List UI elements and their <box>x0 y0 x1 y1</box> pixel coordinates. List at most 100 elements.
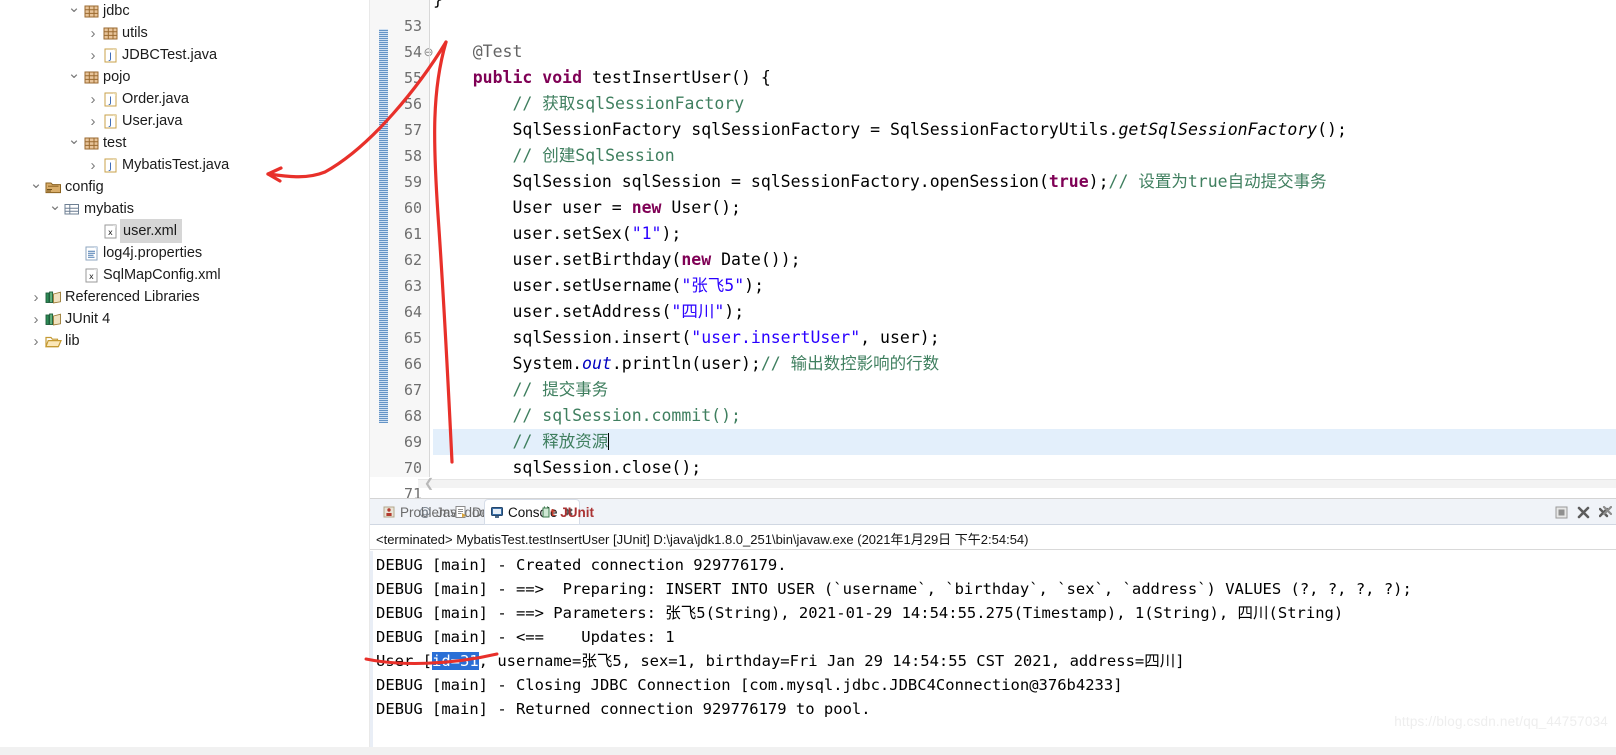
folder-icon <box>43 335 63 348</box>
tree-item-junit-4[interactable]: JUnit 4 <box>29 308 110 330</box>
code-line: } <box>433 0 443 13</box>
problems-icon <box>382 505 396 519</box>
tree-item-label: test <box>103 135 127 151</box>
scroll-left-arrow-icon[interactable]: ❮ <box>418 477 440 490</box>
package-folder-icon <box>62 202 82 216</box>
line-number: 60 <box>403 199 422 217</box>
line-number: 56 <box>403 95 422 113</box>
tree-item-jdbctest-java[interactable]: J JDBCTest.java <box>86 44 217 66</box>
line-number: 59 <box>403 173 422 191</box>
tree-item-mybatistest-java[interactable]: J MybatisTest.java <box>86 154 229 176</box>
line-number: 68 <box>403 407 422 425</box>
source-folder-icon <box>43 180 63 194</box>
chevron-right-icon[interactable] <box>86 44 100 66</box>
package-explorer-panel[interactable]: jdbcutilsJJDBCTest.javapojoJOrder.javaJU… <box>0 0 370 755</box>
line-number: 70 <box>403 459 422 477</box>
package-icon <box>100 26 120 41</box>
tree-item-label: MybatisTest.java <box>122 157 230 173</box>
watermark-text: https://blog.csdn.net/qq_44757034 <box>1394 714 1608 729</box>
change-bar <box>379 29 388 423</box>
package-icon <box>81 136 101 151</box>
tree-item-label: lib <box>65 333 80 349</box>
code-line: public void testInsertUser() { <box>472 68 771 87</box>
code-editor[interactable]: 5354⊖55565758596061626364656667686970717… <box>370 0 1616 555</box>
chevron-right-icon[interactable] <box>29 308 43 330</box>
tree-item-sqlmapconfig-xml[interactable]: x SqlMapConfig.xml <box>67 264 221 286</box>
chevron-right-icon[interactable] <box>86 88 100 110</box>
svg-text:t: t <box>551 508 556 519</box>
tree-item-user-xml[interactable]: x user.xml <box>86 219 182 243</box>
console-output-line: DEBUG [main] - Closing JDBC Connection [… <box>376 676 1123 694</box>
remove-launch-button[interactable] <box>1577 506 1590 519</box>
tree-item-label: config <box>65 179 104 195</box>
tree-item-label: mybatis <box>84 201 134 217</box>
code-text-area[interactable]: } @Test public void testInsertUser() { /… <box>433 0 1616 477</box>
line-number: 62 <box>403 251 422 269</box>
code-line: System.out.println(user);// 输出数控影响的行数 <box>433 354 940 373</box>
console-output-line: DEBUG [main] - Returned connection 92977… <box>376 700 871 718</box>
editor-horizontal-scrollbar[interactable] <box>418 479 1616 488</box>
chevron-down-icon[interactable] <box>67 0 81 22</box>
svg-text:x: x <box>108 228 113 237</box>
remove-all-button[interactable] <box>1598 505 1613 519</box>
code-line: @Test <box>472 42 523 61</box>
package-icon <box>81 70 101 85</box>
svg-text:J: J <box>108 52 112 62</box>
package-icon <box>81 4 101 19</box>
console-tab-bar[interactable]: Problems@JavadocDeclarationConsole✖tJUni… <box>370 499 1616 525</box>
chevron-right-icon[interactable] <box>29 286 43 308</box>
chevron-right-icon[interactable] <box>29 330 43 352</box>
declaration-icon <box>454 505 468 519</box>
terminate-button[interactable] <box>1555 506 1568 519</box>
tree-item-config[interactable]: config <box>29 176 104 198</box>
chevron-down-icon[interactable] <box>67 66 81 88</box>
line-number: 61 <box>403 225 422 243</box>
tree-item-label: User.java <box>122 113 183 129</box>
chevron-right-icon[interactable] <box>86 110 100 132</box>
tree-item-label: JUnit 4 <box>65 311 111 327</box>
tree-item-user-java[interactable]: J User.java <box>86 110 182 132</box>
tree-item-label: jdbc <box>103 3 130 19</box>
tab-label: JUnit <box>560 504 594 520</box>
tab-junit[interactable]: t JUnit <box>536 499 600 525</box>
console-selected-text: id=31 <box>432 652 479 670</box>
code-line: user.setUsername("张飞5"); <box>433 276 765 295</box>
console-toolbar[interactable] <box>1555 502 1613 522</box>
line-number: 65 <box>403 329 422 347</box>
code-line: // 提交事务 <box>512 380 609 399</box>
chevron-down-icon[interactable] <box>67 132 81 154</box>
code-line: // 释放资源 <box>433 429 1616 455</box>
line-number: 66 <box>403 355 422 373</box>
tree-item-label: user.xml <box>120 219 182 243</box>
tree-item-referenced-libraries[interactable]: Referenced Libraries <box>29 286 200 308</box>
xml-file-icon: x <box>81 268 101 283</box>
gutter-separator <box>429 0 430 477</box>
line-number: 54 <box>403 43 422 61</box>
tree-item-jdbc[interactable]: jdbc <box>67 0 130 22</box>
code-line: User user = new User(); <box>433 198 741 217</box>
code-line: sqlSession.close(); <box>433 458 702 477</box>
tree-item-pojo[interactable]: pojo <box>67 66 130 88</box>
tree-item-mybatis[interactable]: mybatis <box>48 198 134 220</box>
tree-item-lib[interactable]: lib <box>29 330 80 352</box>
line-number: 53 <box>403 17 422 35</box>
chevron-right-icon[interactable] <box>86 154 100 176</box>
chevron-down-icon[interactable] <box>48 198 62 220</box>
code-line: // 创建SqlSession <box>512 146 675 165</box>
tree-item-utils[interactable]: utils <box>86 22 148 44</box>
console-line-suffix: , username=张飞5, sex=1, birthday=Fri Jan … <box>478 652 1185 670</box>
console-output-line: User [id=31, username=张飞5, sex=1, birthd… <box>376 649 1185 673</box>
svg-text:J: J <box>108 162 112 172</box>
tree-item-log4j-properties[interactable]: log4j.properties <box>67 242 202 264</box>
code-line: SqlSessionFactory sqlSessionFactory = Sq… <box>433 120 1347 139</box>
svg-text:@: @ <box>419 505 431 519</box>
svg-text:x: x <box>89 272 94 281</box>
tree-item-order-java[interactable]: J Order.java <box>86 88 189 110</box>
chevron-down-icon[interactable] <box>29 176 43 198</box>
tree-item-test[interactable]: test <box>67 132 126 154</box>
tree-item-label: Order.java <box>122 91 189 107</box>
launch-configuration-label: <terminated> MybatisTest.testInsertUser … <box>376 532 1029 547</box>
code-line: SqlSession sqlSession = sqlSessionFactor… <box>433 172 1327 191</box>
chevron-right-icon[interactable] <box>86 22 100 44</box>
code-line: sqlSession.insert("user.insertUser", use… <box>433 328 940 347</box>
